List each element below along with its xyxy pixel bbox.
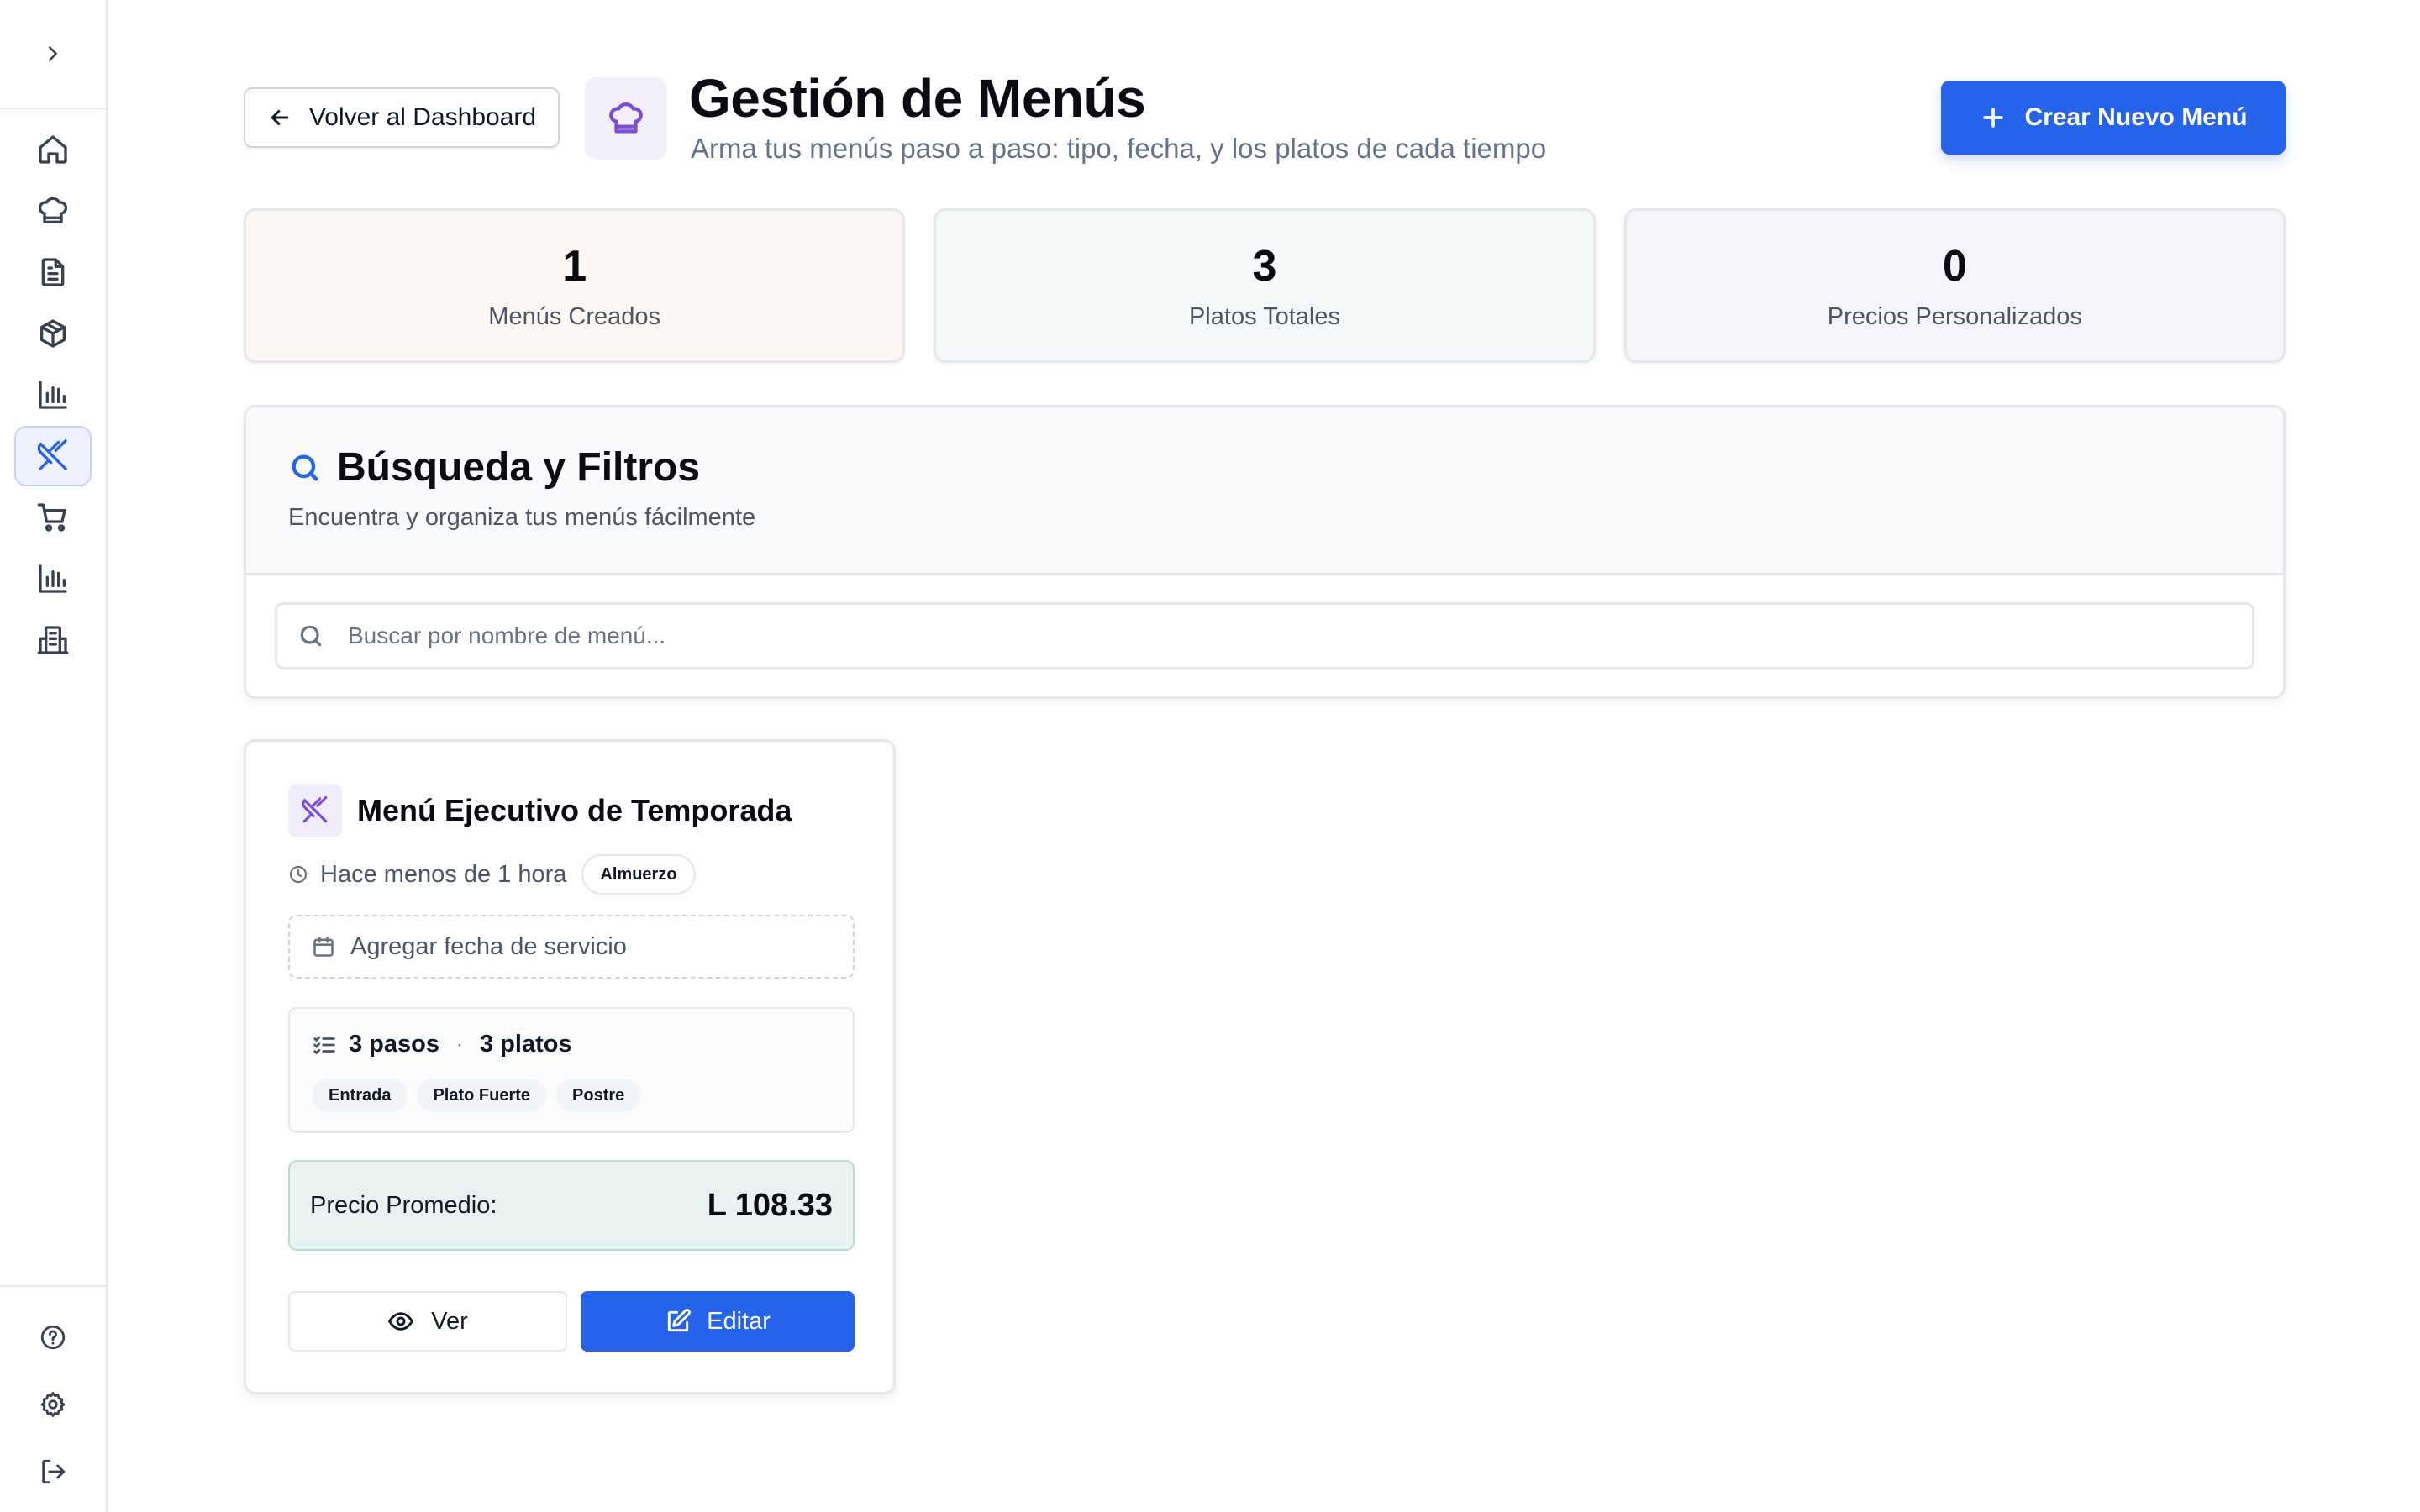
eye-icon — [388, 1312, 414, 1331]
search-icon — [300, 625, 322, 647]
sidebar — [0, 0, 108, 1512]
menu-created-time: Hace menos de 1 hora — [320, 860, 567, 888]
shopping-cart-icon — [37, 503, 66, 532]
list-checks-icon — [313, 1036, 335, 1054]
add-service-date-button[interactable]: Agregar fecha de servicio — [288, 915, 855, 979]
calendar-icon — [313, 937, 334, 957]
building-icon — [37, 626, 69, 654]
steps-row: 3 pasos · 3 platos — [312, 1031, 831, 1058]
edit-icon — [667, 1309, 692, 1332]
menu-title: Menú Ejecutivo de Temporada — [357, 793, 792, 827]
average-price-value: L 108.33 — [707, 1187, 833, 1223]
stat-card-dishes: 3 Platos Totales — [934, 208, 1596, 363]
steps-separator: · — [456, 1032, 463, 1056]
menu-type-badge: Almuerzo — [581, 854, 696, 895]
sidebar-toggle-button[interactable] — [14, 24, 92, 84]
menu-card: Menú Ejecutivo de Temporada Hace menos d… — [244, 739, 896, 1394]
home-icon — [39, 135, 67, 164]
help-circle-icon — [40, 1325, 66, 1350]
stat-label: Menús Creados — [488, 302, 661, 330]
arrow-left-icon — [271, 110, 289, 125]
add-service-date-label: Agregar fecha de servicio — [350, 932, 627, 960]
menu-steps-summary: 3 pasos · 3 platos Entrada Plato Fuerte … — [288, 1007, 855, 1133]
average-price-label: Precio Promedio: — [310, 1191, 497, 1219]
stat-value: 1 — [562, 241, 587, 291]
course-tag: Entrada — [312, 1079, 408, 1112]
stat-card-menus: 1 Menús Creados — [244, 208, 906, 363]
sidebar-item-inventory[interactable] — [14, 303, 92, 364]
chevron-right-icon — [49, 46, 57, 61]
sidebar-item-home[interactable] — [14, 119, 92, 180]
document-icon — [41, 258, 65, 286]
course-tag: Plato Fuerte — [416, 1079, 548, 1112]
back-button-label: Volver al Dashboard — [308, 103, 537, 131]
dishes-count: 3 platos — [480, 1031, 572, 1058]
page-header: Volver al Dashboard Gestión de Menús Arm… — [244, 68, 2286, 173]
search-panel-header: Búsqueda y Filtros Encuentra y organiza … — [246, 407, 2283, 575]
utensils-crossed-icon — [37, 439, 67, 470]
bar-chart-icon — [39, 381, 67, 409]
back-to-dashboard-button[interactable]: Volver al Dashboard — [244, 87, 560, 148]
chef-hat-icon — [609, 102, 643, 134]
sidebar-item-recipes[interactable] — [14, 181, 92, 241]
search-panel-description: Encuentra y organiza tus menús fácilment… — [288, 504, 756, 531]
plus-icon — [1983, 108, 2004, 128]
sidebar-nav — [0, 109, 106, 670]
stat-value: 3 — [1252, 241, 1277, 291]
search-panel-title: Búsqueda y Filtros — [337, 445, 701, 490]
search-field[interactable] — [275, 602, 2254, 669]
course-tag: Postre — [555, 1079, 642, 1112]
sidebar-item-menus[interactable] — [14, 426, 92, 486]
create-menu-button[interactable]: Crear Nuevo Menú — [1941, 81, 2286, 155]
settings-button[interactable] — [14, 1374, 92, 1435]
stat-label: Platos Totales — [1188, 302, 1340, 330]
view-menu-label: Ver — [431, 1307, 468, 1335]
utensils-crossed-icon — [302, 796, 328, 823]
average-price-box: Precio Promedio: L 108.33 — [288, 1160, 855, 1251]
search-icon — [292, 454, 318, 480]
menu-card-header: Menú Ejecutivo de Temporada — [288, 784, 792, 837]
stat-card-custom-prices: 0 Precios Personalizados — [1623, 208, 2286, 363]
page-title: Gestión de Menús — [689, 68, 1146, 129]
sidebar-item-analytics[interactable] — [14, 549, 92, 609]
page-subtitle: Arma tus menús paso a paso: tipo, fecha,… — [691, 133, 1547, 164]
chef-hat-icon — [38, 197, 68, 223]
sidebar-item-reports[interactable] — [14, 365, 92, 425]
search-title-row: Búsqueda y Filtros — [288, 444, 2241, 491]
course-tags: Entrada Plato Fuerte Postre — [312, 1079, 831, 1112]
bar-chart-icon — [39, 564, 67, 593]
search-filters-panel: Búsqueda y Filtros Encuentra y organiza … — [244, 405, 2286, 699]
settings-gear-icon — [40, 1392, 66, 1417]
logout-button[interactable] — [14, 1441, 92, 1502]
edit-menu-label: Editar — [707, 1307, 771, 1335]
menu-meta: Hace menos de 1 hora Almuerzo — [288, 854, 696, 895]
sidebar-item-company[interactable] — [14, 610, 92, 670]
sidebar-item-purchases[interactable] — [14, 487, 92, 548]
view-menu-button[interactable]: Ver — [288, 1291, 567, 1352]
stat-label: Precios Personalizados — [1827, 302, 2082, 330]
package-icon — [40, 319, 66, 348]
sidebar-footer — [0, 1285, 106, 1512]
edit-menu-button[interactable]: Editar — [581, 1291, 855, 1352]
stats-row: 1 Menús Creados 3 Platos Totales 0 Preci… — [244, 208, 2286, 363]
log-out-icon — [42, 1459, 66, 1484]
search-input[interactable] — [348, 622, 2252, 649]
clock-icon — [289, 865, 308, 884]
help-button[interactable] — [14, 1307, 92, 1368]
sidebar-item-documents[interactable] — [14, 242, 92, 302]
steps-count: 3 pasos — [349, 1031, 439, 1058]
stat-value: 0 — [1942, 241, 1967, 291]
sidebar-header — [0, 0, 106, 109]
create-menu-label: Crear Nuevo Menú — [2024, 103, 2248, 131]
menu-icon-box — [288, 784, 342, 837]
page-icon-box — [585, 77, 667, 160]
